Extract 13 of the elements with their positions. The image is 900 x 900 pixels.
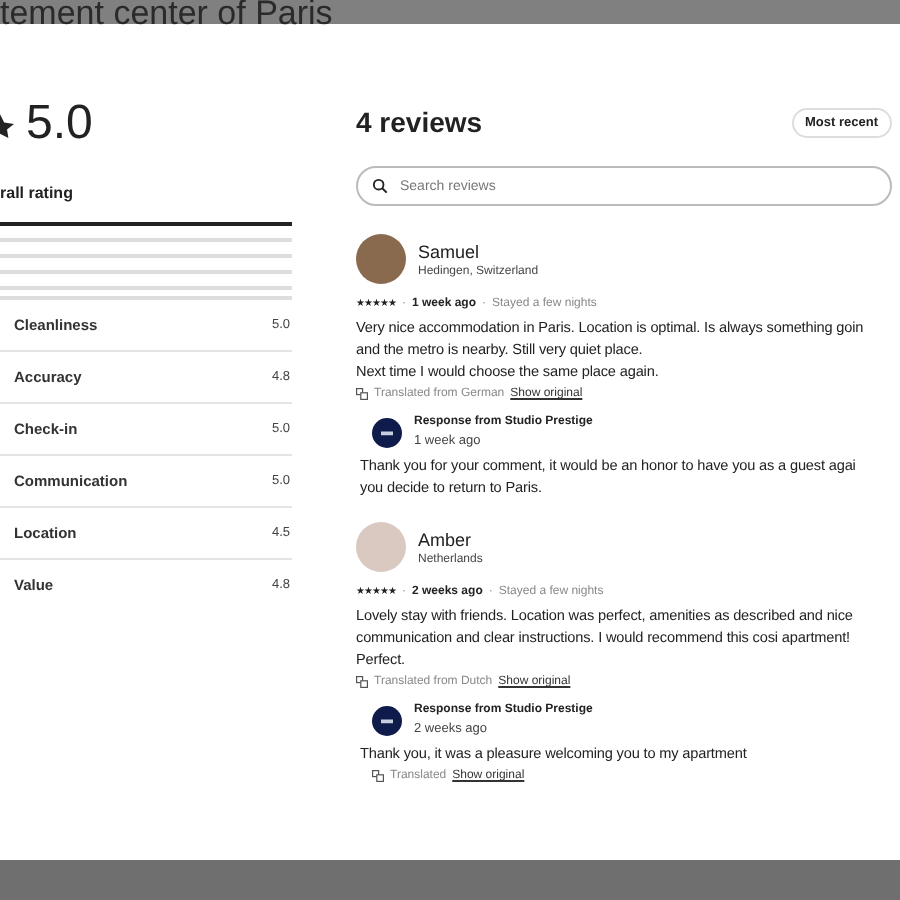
host-logo-icon	[372, 705, 402, 735]
reviewer-name: Amber	[418, 529, 474, 549]
page-title: tement center of Paris	[0, 0, 335, 36]
translate-icon	[356, 676, 368, 688]
translate-icon	[356, 388, 368, 400]
translate-icon	[372, 770, 384, 782]
avatar-photo-placeholder	[356, 522, 406, 572]
overall-rating-label: rall rating	[0, 184, 75, 202]
reviewer-name: Samuel	[418, 241, 482, 261]
rating-score: 5.0	[26, 98, 93, 150]
avatar-photo-placeholder	[356, 234, 406, 284]
reviews-title: 4 reviews	[356, 106, 483, 138]
host-logo-icon	[372, 417, 402, 447]
